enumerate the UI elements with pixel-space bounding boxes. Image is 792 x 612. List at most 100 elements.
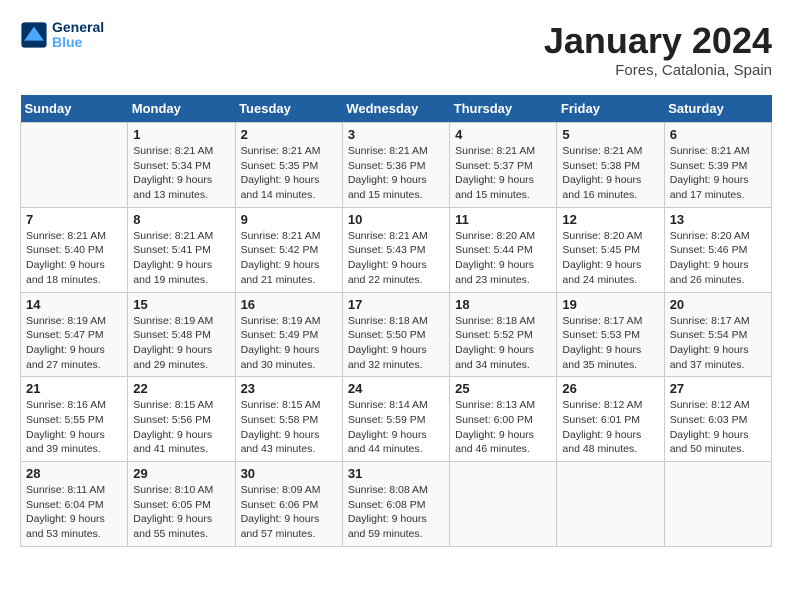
calendar-cell: 28 Sunrise: 8:11 AM Sunset: 6:04 PM Dayli… <box>21 462 128 547</box>
title-block: January 2024 Fores, Catalonia, Spain <box>544 20 772 79</box>
calendar-cell <box>557 462 664 547</box>
calendar-cell: 15Sunrise: 8:19 AM Sunset: 5:48 PM Dayli… <box>128 292 235 377</box>
calendar-cell: 1 Sunrise: 8:21 AM Sunset: 5:34 PM Daylig… <box>128 123 235 208</box>
logo: General Blue <box>20 20 104 51</box>
day-info: Sunrise: 8:12 AM Sunset: 6:03 PM Dayligh… <box>670 398 766 457</box>
day-info: Sunrise: 8:10 AM Sunset: 6:05 PM Dayligh… <box>133 483 229 542</box>
day-info: Sunrise: 8:18 AM Sunset: 5:50 PM Dayligh… <box>348 314 444 373</box>
header-cell-sunday: Sunday <box>21 95 128 123</box>
day-info: Sunrise: 8:17 AM Sunset: 5:54 PM Dayligh… <box>670 314 766 373</box>
day-info: Sunrise: 8:18 AM Sunset: 5:52 PM Dayligh… <box>455 314 551 373</box>
day-info: Sunrise: 8:21 AM Sunset: 5:41 PM Dayligh… <box>133 229 229 288</box>
day-number: 27 <box>670 381 766 396</box>
day-info: Sunrise: 8:16 AM Sunset: 5:55 PM Dayligh… <box>26 398 122 457</box>
day-number: 1 <box>133 127 229 142</box>
calendar-cell: 13 Sunrise: 8:20 AM Sunset: 5:46 PM Dayli… <box>664 207 771 292</box>
day-number: 2 <box>241 127 337 142</box>
day-number: 22 <box>133 381 229 396</box>
calendar-cell: 14 Sunrise: 8:19 AM Sunset: 5:47 PM Dayli… <box>21 292 128 377</box>
calendar-table: SundayMondayTuesdayWednesdayThursdayFrid… <box>20 95 772 547</box>
calendar-cell: 31Sunrise: 8:08 AM Sunset: 6:08 PM Dayli… <box>342 462 449 547</box>
day-number: 29 <box>133 466 229 481</box>
calendar-cell: 24 Sunrise: 8:14 AM Sunset: 5:59 PM Dayli… <box>342 377 449 462</box>
day-info: Sunrise: 8:21 AM Sunset: 5:38 PM Dayligh… <box>562 144 658 203</box>
calendar-cell <box>664 462 771 547</box>
day-info: Sunrise: 8:11 AM Sunset: 6:04 PM Dayligh… <box>26 483 122 542</box>
day-number: 3 <box>348 127 444 142</box>
day-info: Sunrise: 8:09 AM Sunset: 6:06 PM Dayligh… <box>241 483 337 542</box>
calendar-cell: 12Sunrise: 8:20 AM Sunset: 5:45 PM Dayli… <box>557 207 664 292</box>
day-info: Sunrise: 8:21 AM Sunset: 5:40 PM Dayligh… <box>26 229 122 288</box>
day-number: 6 <box>670 127 766 142</box>
day-number: 11 <box>455 212 551 227</box>
header-cell-saturday: Saturday <box>664 95 771 123</box>
day-number: 5 <box>562 127 658 142</box>
day-number: 4 <box>455 127 551 142</box>
page-header: General Blue January 2024 Fores, Catalon… <box>20 20 772 79</box>
day-number: 13 <box>670 212 766 227</box>
calendar-cell: 5 Sunrise: 8:21 AM Sunset: 5:38 PM Daylig… <box>557 123 664 208</box>
day-info: Sunrise: 8:19 AM Sunset: 5:48 PM Dayligh… <box>133 314 229 373</box>
day-info: Sunrise: 8:20 AM Sunset: 5:45 PM Dayligh… <box>562 229 658 288</box>
month-title: January 2024 <box>544 20 772 62</box>
day-number: 28 <box>26 466 122 481</box>
day-number: 8 <box>133 212 229 227</box>
day-info: Sunrise: 8:15 AM Sunset: 5:56 PM Dayligh… <box>133 398 229 457</box>
day-number: 18 <box>455 297 551 312</box>
calendar-cell: 10Sunrise: 8:21 AM Sunset: 5:43 PM Dayli… <box>342 207 449 292</box>
day-info: Sunrise: 8:15 AM Sunset: 5:58 PM Dayligh… <box>241 398 337 457</box>
calendar-week-row: 1 Sunrise: 8:21 AM Sunset: 5:34 PM Daylig… <box>21 123 772 208</box>
calendar-cell: 11 Sunrise: 8:20 AM Sunset: 5:44 PM Dayli… <box>450 207 557 292</box>
calendar-cell: 4 Sunrise: 8:21 AM Sunset: 5:37 PM Daylig… <box>450 123 557 208</box>
day-info: Sunrise: 8:20 AM Sunset: 5:46 PM Dayligh… <box>670 229 766 288</box>
logo-icon <box>20 21 48 49</box>
day-info: Sunrise: 8:19 AM Sunset: 5:49 PM Dayligh… <box>241 314 337 373</box>
day-number: 24 <box>348 381 444 396</box>
calendar-week-row: 21 Sunrise: 8:16 AM Sunset: 5:55 PM Dayli… <box>21 377 772 462</box>
day-number: 25 <box>455 381 551 396</box>
calendar-cell: 27 Sunrise: 8:12 AM Sunset: 6:03 PM Dayli… <box>664 377 771 462</box>
calendar-cell: 17 Sunrise: 8:18 AM Sunset: 5:50 PM Dayli… <box>342 292 449 377</box>
calendar-cell: 7Sunrise: 8:21 AM Sunset: 5:40 PM Daylig… <box>21 207 128 292</box>
calendar-cell <box>21 123 128 208</box>
logo-text: General Blue <box>52 20 104 51</box>
calendar-cell: 3 Sunrise: 8:21 AM Sunset: 5:36 PM Daylig… <box>342 123 449 208</box>
day-info: Sunrise: 8:12 AM Sunset: 6:01 PM Dayligh… <box>562 398 658 457</box>
day-number: 21 <box>26 381 122 396</box>
day-info: Sunrise: 8:21 AM Sunset: 5:42 PM Dayligh… <box>241 229 337 288</box>
day-number: 23 <box>241 381 337 396</box>
calendar-cell: 2 Sunrise: 8:21 AM Sunset: 5:35 PM Daylig… <box>235 123 342 208</box>
calendar-week-row: 7Sunrise: 8:21 AM Sunset: 5:40 PM Daylig… <box>21 207 772 292</box>
day-number: 19 <box>562 297 658 312</box>
calendar-week-row: 14 Sunrise: 8:19 AM Sunset: 5:47 PM Dayli… <box>21 292 772 377</box>
day-number: 10 <box>348 212 444 227</box>
day-info: Sunrise: 8:21 AM Sunset: 5:39 PM Dayligh… <box>670 144 766 203</box>
calendar-cell: 19 Sunrise: 8:17 AM Sunset: 5:53 PM Dayli… <box>557 292 664 377</box>
day-info: Sunrise: 8:19 AM Sunset: 5:47 PM Dayligh… <box>26 314 122 373</box>
header-cell-tuesday: Tuesday <box>235 95 342 123</box>
calendar-header-row: SundayMondayTuesdayWednesdayThursdayFrid… <box>21 95 772 123</box>
calendar-cell: 23 Sunrise: 8:15 AM Sunset: 5:58 PM Dayli… <box>235 377 342 462</box>
day-number: 31 <box>348 466 444 481</box>
day-number: 16 <box>241 297 337 312</box>
calendar-cell: 30Sunrise: 8:09 AM Sunset: 6:06 PM Dayli… <box>235 462 342 547</box>
day-info: Sunrise: 8:13 AM Sunset: 6:00 PM Dayligh… <box>455 398 551 457</box>
header-cell-friday: Friday <box>557 95 664 123</box>
day-info: Sunrise: 8:21 AM Sunset: 5:36 PM Dayligh… <box>348 144 444 203</box>
day-info: Sunrise: 8:17 AM Sunset: 5:53 PM Dayligh… <box>562 314 658 373</box>
calendar-cell: 9 Sunrise: 8:21 AM Sunset: 5:42 PM Daylig… <box>235 207 342 292</box>
day-info: Sunrise: 8:21 AM Sunset: 5:37 PM Dayligh… <box>455 144 551 203</box>
day-info: Sunrise: 8:21 AM Sunset: 5:34 PM Dayligh… <box>133 144 229 203</box>
calendar-cell: 22 Sunrise: 8:15 AM Sunset: 5:56 PM Dayli… <box>128 377 235 462</box>
day-info: Sunrise: 8:20 AM Sunset: 5:44 PM Dayligh… <box>455 229 551 288</box>
calendar-body: 1 Sunrise: 8:21 AM Sunset: 5:34 PM Daylig… <box>21 123 772 547</box>
calendar-cell: 16 Sunrise: 8:19 AM Sunset: 5:49 PM Dayli… <box>235 292 342 377</box>
day-number: 17 <box>348 297 444 312</box>
calendar-cell: 8 Sunrise: 8:21 AM Sunset: 5:41 PM Daylig… <box>128 207 235 292</box>
calendar-cell <box>450 462 557 547</box>
day-info: Sunrise: 8:21 AM Sunset: 5:35 PM Dayligh… <box>241 144 337 203</box>
calendar-cell: 18 Sunrise: 8:18 AM Sunset: 5:52 PM Dayli… <box>450 292 557 377</box>
day-number: 14 <box>26 297 122 312</box>
day-info: Sunrise: 8:14 AM Sunset: 5:59 PM Dayligh… <box>348 398 444 457</box>
day-number: 9 <box>241 212 337 227</box>
